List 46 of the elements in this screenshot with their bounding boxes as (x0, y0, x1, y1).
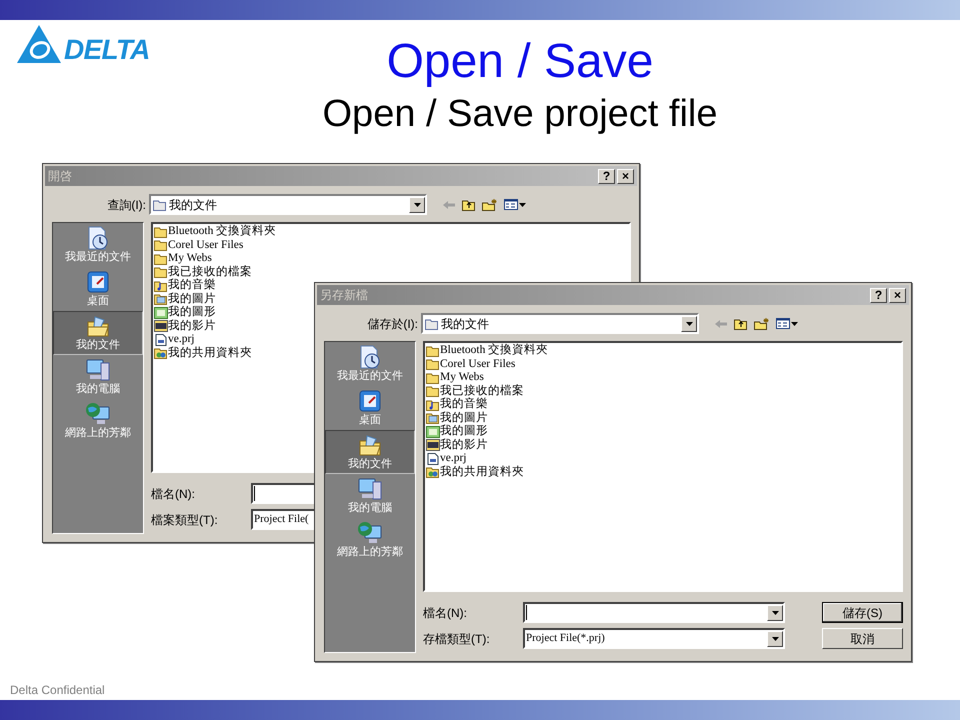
file-name: My Webs (168, 253, 212, 264)
file-name: Bluetooth 交換資料夾 (168, 226, 276, 238)
file-name: 我的音樂 (168, 280, 216, 292)
places-label: 桌面 (359, 414, 381, 428)
slide-title: Open / Save (386, 34, 654, 90)
places-label: 我最近的文件 (337, 370, 403, 384)
logo-text: DELTA (64, 36, 150, 64)
places-label: 我的電腦 (348, 502, 392, 516)
location-label: 查詢(I): (106, 196, 147, 214)
file-name: ve.prj (168, 334, 195, 346)
file-name: ve.prj (440, 453, 467, 464)
file-name: Bluetooth 交換資料夾 (440, 345, 548, 356)
window-title: 另存新檔 (320, 289, 368, 301)
places-label: 網路上的芳鄰 (337, 546, 403, 560)
places-label: 我的文件 (348, 458, 392, 472)
file-name: My Webs (440, 372, 484, 384)
file-name: Corel User Files (168, 240, 244, 251)
file-name: 我的影片 (168, 320, 216, 332)
field-label: 檔名(N): (151, 486, 196, 502)
places-label: 網路上的芳鄰 (65, 427, 131, 441)
places-label: 我最近的文件 (65, 251, 131, 265)
footer-text: Delta Confidential (10, 682, 105, 699)
location-value: 我的文件 (441, 316, 490, 332)
field-label: 檔案類型(T): (151, 512, 219, 528)
location-label: 儲存於(I): (366, 316, 419, 332)
field-label: 存檔類型(T): (423, 630, 491, 648)
file-name: 我的音樂 (440, 399, 488, 410)
file-name: 我已接收的檔案 (440, 386, 524, 397)
file-name: 我的影片 (440, 440, 488, 451)
file-name: 我的圖片 (168, 294, 216, 305)
window-title: 開啓 (48, 170, 72, 182)
field-value: Project File(*.prj) (526, 631, 606, 646)
places-label: 桌面 (87, 295, 109, 309)
slide-subtitle: Open / Save project file (322, 92, 718, 137)
location-value: 我的文件 (169, 196, 218, 214)
file-name: 我的圖片 (440, 412, 488, 424)
field-value: Project File( (254, 512, 310, 528)
file-name: 我已接收的檔案 (168, 266, 252, 278)
file-name: Corel User Files (440, 358, 516, 370)
file-name: 我的圖形 (440, 426, 488, 438)
places-label: 我的電腦 (76, 383, 120, 397)
file-name: 我的共用資料夾 (168, 348, 252, 359)
field-label: 檔名(N): (423, 604, 468, 622)
places-label: 我的文件 (76, 339, 120, 353)
file-name: 我的共用資料夾 (440, 466, 524, 478)
file-name: 我的圖形 (168, 307, 216, 318)
